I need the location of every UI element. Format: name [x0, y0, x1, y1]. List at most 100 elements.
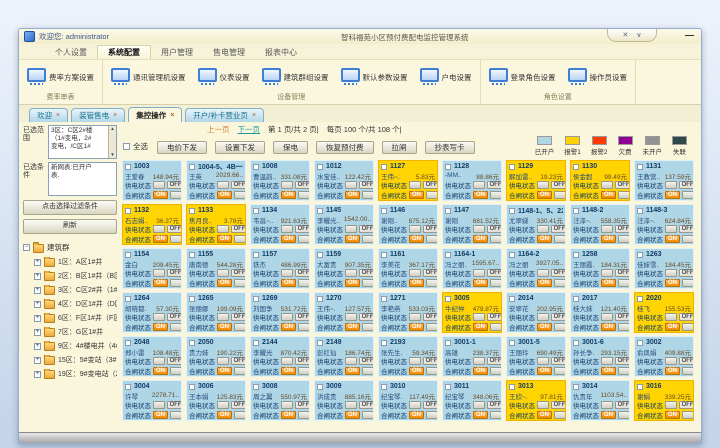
expand-icon[interactable]: + — [34, 259, 41, 266]
card-checkbox[interactable] — [189, 340, 195, 346]
scroll-down-icon[interactable]: ▼ — [110, 152, 114, 158]
supply-on-button[interactable] — [601, 401, 613, 409]
supply-on-button[interactable] — [409, 181, 421, 189]
supply-on-button[interactable] — [409, 401, 421, 409]
listbox-scrollbar[interactable]: ▲ ▼ — [108, 126, 116, 158]
switch-off-button[interactable] — [554, 279, 566, 287]
switch-on-button[interactable]: ON — [281, 323, 296, 331]
card-checkbox[interactable] — [317, 296, 323, 302]
supply-off-button[interactable]: OFF — [679, 181, 694, 189]
switch-on-button[interactable]: ON — [153, 411, 168, 419]
skin-icon[interactable]: ✕ — [623, 31, 629, 39]
supply-off-button[interactable]: OFF — [615, 269, 630, 277]
tree-item[interactable]: +7区：G区1#井 — [23, 327, 117, 337]
switch-off-button[interactable] — [490, 411, 502, 419]
supply-on-button[interactable] — [345, 401, 357, 409]
card-checkbox[interactable] — [125, 208, 131, 214]
supply-on-button[interactable] — [281, 181, 293, 189]
switch-off-button[interactable] — [234, 367, 246, 375]
switch-off-button[interactable] — [298, 279, 310, 287]
ribbon-button[interactable]: 仪表设置 — [198, 68, 250, 86]
switch-off-button[interactable] — [170, 367, 182, 375]
supply-off-button[interactable]: OFF — [295, 225, 310, 233]
action-button[interactable]: 恢复预付费 — [316, 141, 374, 154]
card-checkbox[interactable] — [381, 164, 387, 170]
switch-on-button[interactable]: ON — [345, 367, 360, 375]
switch-on-button[interactable]: ON — [601, 235, 616, 243]
document-tab[interactable]: 集控操作× — [128, 107, 182, 122]
switch-off-button[interactable] — [170, 235, 182, 243]
supply-on-button[interactable] — [601, 225, 613, 233]
switch-on-button[interactable]: ON — [601, 191, 616, 199]
supply-off-button[interactable]: OFF — [615, 357, 630, 365]
switch-off-button[interactable] — [362, 367, 374, 375]
supply-on-button[interactable] — [537, 269, 549, 277]
expand-icon[interactable]: + — [34, 315, 41, 322]
supply-off-button[interactable]: OFF — [295, 269, 310, 277]
menu-tab[interactable]: 报表中心 — [255, 46, 307, 59]
card-checkbox[interactable] — [573, 340, 579, 346]
card-checkbox[interactable] — [125, 340, 131, 346]
action-button[interactable]: 抄表写卡 — [425, 141, 475, 154]
switch-on-button[interactable]: ON — [345, 191, 360, 199]
supply-on-button[interactable] — [473, 313, 485, 321]
supply-off-button[interactable]: OFF — [487, 225, 502, 233]
supply-on-button[interactable] — [409, 269, 421, 277]
switch-on-button[interactable]: ON — [665, 367, 680, 375]
supply-off-button[interactable]: OFF — [167, 225, 182, 233]
switch-on-button[interactable]: ON — [217, 323, 232, 331]
switch-off-button[interactable] — [618, 411, 630, 419]
supply-off-button[interactable]: OFF — [551, 269, 566, 277]
card-checkbox[interactable] — [317, 340, 323, 346]
tab-close-icon[interactable]: × — [252, 112, 256, 119]
supply-off-button[interactable]: OFF — [551, 181, 566, 189]
switch-off-button[interactable] — [618, 235, 630, 243]
supply-on-button[interactable] — [537, 313, 549, 321]
choose-filter-button[interactable]: 点击选择过滤条件 — [23, 200, 117, 215]
supply-off-button[interactable]: OFF — [423, 181, 438, 189]
card-checkbox[interactable] — [189, 296, 195, 302]
card-checkbox[interactable] — [381, 384, 387, 390]
switch-off-button[interactable] — [618, 323, 630, 331]
tree-item[interactable]: +3区：C区2#井（1#变电 — [23, 285, 117, 295]
card-checkbox[interactable] — [637, 164, 643, 170]
supply-on-button[interactable] — [153, 225, 165, 233]
tree-item[interactable]: +15区：5#变站（3#变电 — [23, 355, 117, 365]
supply-on-button[interactable] — [217, 269, 229, 277]
switch-on-button[interactable]: ON — [473, 411, 488, 419]
supply-on-button[interactable] — [665, 181, 677, 189]
switch-off-button[interactable] — [554, 323, 566, 331]
switch-off-button[interactable] — [490, 323, 502, 331]
supply-on-button[interactable] — [345, 181, 357, 189]
expand-icon[interactable]: + — [34, 287, 41, 294]
supply-on-button[interactable] — [153, 313, 165, 321]
card-checkbox[interactable] — [509, 208, 515, 214]
switch-off-button[interactable] — [490, 279, 502, 287]
tab-close-icon[interactable]: × — [170, 112, 174, 119]
switch-on-button[interactable]: ON — [281, 411, 296, 419]
card-checkbox[interactable] — [509, 252, 515, 258]
supply-on-button[interactable] — [665, 225, 677, 233]
supply-on-button[interactable] — [153, 269, 165, 277]
supply-on-button[interactable] — [217, 181, 229, 189]
card-checkbox[interactable] — [445, 252, 451, 258]
card-checkbox[interactable] — [637, 384, 643, 390]
switch-on-button[interactable]: ON — [217, 279, 232, 287]
supply-on-button[interactable] — [473, 269, 485, 277]
switch-off-button[interactable] — [362, 323, 374, 331]
supply-on-button[interactable] — [473, 181, 485, 189]
switch-on-button[interactable]: ON — [409, 411, 424, 419]
switch-off-button[interactable] — [234, 191, 246, 199]
supply-on-button[interactable] — [537, 401, 549, 409]
supply-on-button[interactable] — [281, 269, 293, 277]
supply-on-button[interactable] — [537, 357, 549, 365]
switch-on-button[interactable]: ON — [281, 235, 296, 243]
supply-on-button[interactable] — [537, 225, 549, 233]
supply-off-button[interactable]: OFF — [551, 401, 566, 409]
card-checkbox[interactable] — [445, 384, 451, 390]
supply-off-button[interactable]: OFF — [231, 357, 246, 365]
switch-off-button[interactable] — [554, 235, 566, 243]
card-checkbox[interactable] — [189, 164, 195, 170]
switch-off-button[interactable] — [682, 411, 694, 419]
selected-condition-box[interactable]: 新网表:已开户表. — [48, 162, 117, 196]
